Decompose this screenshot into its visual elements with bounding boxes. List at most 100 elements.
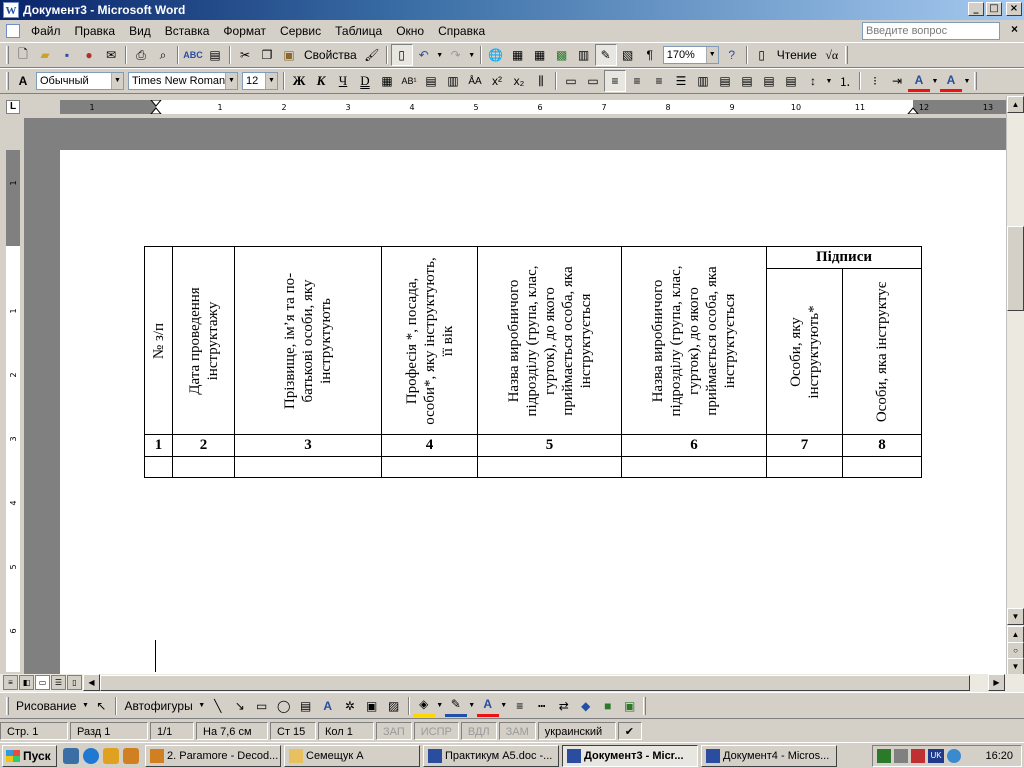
line-color-icon[interactable]: ✎ [444,695,467,717]
read-icon[interactable]: ▯ [751,44,773,66]
equation-icon[interactable]: √α [821,44,843,66]
autoshapes-dropdown-icon[interactable]: ▼ [197,695,207,717]
menu-help[interactable]: Справка [431,22,492,40]
highlight-icon[interactable]: A [908,70,930,92]
draw-toolbar-grip[interactable] [6,696,9,715]
scroll-thumb[interactable] [1007,226,1024,311]
font-color-dropdown-icon[interactable]: ▼ [962,70,972,92]
empty-cell[interactable] [621,456,767,478]
open-folder-icon[interactable]: ▰ [34,44,56,66]
caps-icon[interactable]: AB¹ [398,70,420,92]
insert-table-icon[interactable]: ▦ [529,44,551,66]
highlight-dropdown-icon[interactable]: ▼ [930,70,940,92]
wordart-icon[interactable]: A [317,695,339,717]
cell-align2-icon[interactable]: ▤ [736,70,758,92]
internet-explorer-icon[interactable] [83,747,99,764]
font-dropdown-icon[interactable]: ▼ [225,73,237,89]
first-line-indent-marker[interactable] [150,100,162,107]
cell-align3-icon[interactable]: ▤ [758,70,780,92]
status-track[interactable]: ИСПР [413,721,459,740]
3d-settings-icon[interactable]: ▣ [619,695,641,717]
text-direction-icon[interactable]: ⫼ [530,70,552,92]
font-color-icon[interactable]: A [940,70,962,92]
status-extend[interactable]: ВДЛ [460,721,497,740]
superscript-icon[interactable]: x² [486,70,508,92]
menu-table[interactable]: Таблица [328,22,389,40]
permission-icon[interactable]: ● [78,44,100,66]
3d-style-icon[interactable]: ■ [597,695,619,717]
outline-view-icon[interactable]: ☰ [51,675,66,690]
autoshapes-button[interactable]: Автофигуры [120,699,196,713]
normal-view-icon[interactable]: ≡ [3,675,18,690]
line-spacing-icon[interactable]: ↕ [802,70,824,92]
rectangle-icon[interactable]: ▭ [251,695,273,717]
underline-icon[interactable]: Ч [332,70,354,92]
browse-object-icon[interactable]: ○ [1007,642,1024,659]
number-cell[interactable]: 2 [172,434,235,457]
minimize-button[interactable]: _ [968,2,984,16]
menu-view[interactable]: Вид [122,22,158,40]
new-document-icon[interactable]: 🗋 [12,44,34,66]
number-cell[interactable]: 3 [234,434,382,457]
vertical-scrollbar[interactable]: ▲ ▼ ▲ ○ ▼ [1006,96,1024,675]
italic-icon[interactable]: К [310,70,332,92]
columns-icon[interactable]: ▥ [573,44,595,66]
tab-selector-icon[interactable]: L [6,100,20,114]
header-cell-name[interactable]: Прізвище, ім’я та по-батькові особи, яку… [234,246,382,435]
indent-icon[interactable]: ⇥ [886,70,908,92]
fill-color-icon[interactable]: ◈ [412,695,435,717]
taskbar-item-music[interactable]: 2. Paramore - Decod... [145,744,281,767]
undo-icon[interactable]: ↶ [413,44,435,66]
help-icon[interactable]: ? [721,44,743,66]
empty-cell[interactable] [381,456,478,478]
align-left-icon[interactable]: ≡ [604,70,626,92]
fill-color-dropdown-icon[interactable]: ▼ [435,695,445,717]
spelling-status-icon[interactable]: ✔ [617,721,642,740]
email-icon[interactable]: ✉ [100,44,122,66]
scroll-right-icon[interactable]: ▶ [988,674,1005,691]
drawing-toggle-icon[interactable]: ✎ [594,44,617,66]
justify-low-icon[interactable]: ▭ [582,70,604,92]
doc-icon[interactable] [6,24,20,38]
empty-cell[interactable] [766,456,843,478]
menu-insert[interactable]: Вставка [158,22,217,40]
scale-icon[interactable]: ÅA [464,70,486,92]
cell-align-icon[interactable]: ▤ [714,70,736,92]
maximize-button[interactable]: □ [986,2,1002,16]
header-cell-unit-a[interactable]: Назва виробничого підрозділу (група, кла… [477,246,622,435]
scroll-left-icon[interactable]: ◀ [83,674,100,691]
draw-font-color-dropdown-icon[interactable]: ▼ [499,695,509,717]
border-icon[interactable]: ▦ [376,70,398,92]
start-button[interactable]: Пуск [2,744,57,767]
taskbar-item-praktykum[interactable]: Практикум А5.doc -... [423,744,559,767]
horizontal-scroll-thumb[interactable] [100,675,970,691]
status-rec[interactable]: ЗАП [376,721,412,740]
arrow-icon[interactable]: ↘ [229,695,251,717]
properties-button[interactable]: Свойства [300,48,361,62]
next-page-icon[interactable]: ▼ [1007,658,1024,675]
clipart-icon[interactable]: ▣ [361,695,383,717]
research-icon[interactable]: ▤ [204,44,226,66]
taskbar-item-document4[interactable]: Документ4 - Micros... [701,744,837,767]
redo-dropdown-icon[interactable]: ▼ [467,44,477,66]
menu-edit[interactable]: Правка [68,22,123,40]
toolbar-grip[interactable] [6,46,9,64]
numbering-icon[interactable]: ⒈ [834,70,856,92]
close-document-icon[interactable]: × [1011,22,1018,36]
web-view-icon[interactable]: ◧ [19,675,34,690]
print-preview-icon[interactable]: ⌕ [152,44,174,66]
redo-icon[interactable]: ↷ [445,44,467,66]
line-color-dropdown-icon[interactable]: ▼ [467,695,477,717]
header-cell-signatures[interactable]: Підписи [766,246,922,269]
empty-cell[interactable] [842,456,922,478]
scroll-down-icon[interactable]: ▼ [1007,608,1024,625]
reading-view-icon[interactable]: ▯ [67,675,82,690]
show-page-icon[interactable]: ▯ [390,44,413,66]
style-dropdown-icon[interactable]: ▼ [111,73,123,89]
double-underline-icon[interactable]: D [354,70,376,92]
line-icon[interactable]: ╲ [207,695,229,717]
style-select[interactable]: Обычный ▼ [36,72,124,90]
font-size-dropdown-icon[interactable]: ▼ [265,73,277,89]
tray-network-icon[interactable] [877,749,891,763]
oval-icon[interactable]: ◯ [273,695,295,717]
